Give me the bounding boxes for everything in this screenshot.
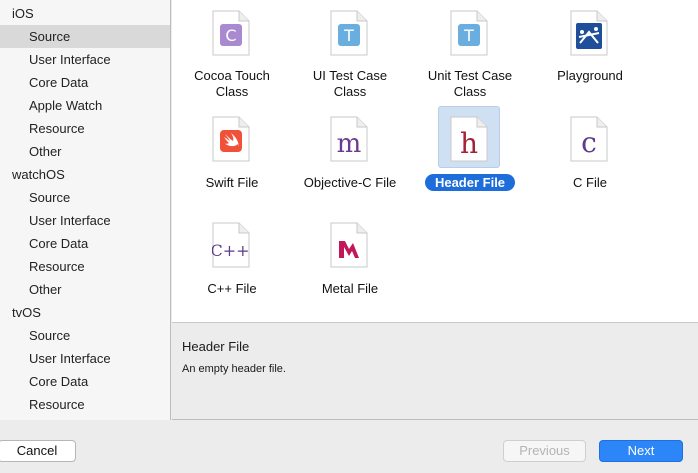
sidebar-item-ios-other[interactable]: Other bbox=[0, 140, 170, 163]
cocoa-touch-class-icon: C bbox=[212, 10, 250, 56]
description-text: An empty header file. bbox=[182, 363, 286, 375]
template-label: C++ File bbox=[207, 281, 257, 296]
metal-file-icon bbox=[330, 222, 368, 268]
sidebar-item-tvos-source[interactable]: Source bbox=[0, 324, 170, 347]
svg-text:T: T bbox=[463, 26, 474, 45]
sidebar-header-watchos: watchOS bbox=[12, 167, 65, 182]
sidebar-item-ios-apple-watch[interactable]: Apple Watch bbox=[0, 94, 170, 117]
svg-text:c: c bbox=[581, 126, 597, 159]
unit-test-case-class-icon: T bbox=[450, 10, 488, 56]
playground-icon bbox=[570, 10, 608, 56]
ui-test-case-class-icon: T bbox=[330, 10, 368, 56]
svg-text:m: m bbox=[337, 129, 362, 159]
c-file-icon: c bbox=[570, 116, 608, 162]
sidebar-item-ios-user-interface[interactable]: User Interface bbox=[0, 48, 170, 71]
sidebar-item-ios-source[interactable]: Source bbox=[0, 25, 170, 48]
template-header-file[interactable]: h Header File bbox=[410, 106, 530, 220]
template-label: UI Test Case Class bbox=[312, 68, 388, 99]
template-grid: C Cocoa Touch Class T UI Test Case Class bbox=[172, 0, 698, 323]
sidebar-item-ios-core-data[interactable]: Core Data bbox=[0, 71, 170, 94]
template-description-pane: Header File An empty header file. bbox=[172, 324, 698, 420]
sidebar-item-watchos-source[interactable]: Source bbox=[0, 186, 170, 209]
sidebar-item-tvos-user-interface[interactable]: User Interface bbox=[0, 347, 170, 370]
svg-text:C++: C++ bbox=[212, 241, 250, 260]
template-label: Cocoa Touch Class bbox=[194, 68, 270, 99]
template-label: Playground bbox=[557, 68, 623, 83]
header-file-icon: h bbox=[450, 116, 488, 162]
sidebar-item-ios-resource[interactable]: Resource bbox=[0, 117, 170, 140]
cancel-button[interactable]: Cancel bbox=[0, 440, 76, 462]
sidebar-item-tvos-resource[interactable]: Resource bbox=[0, 393, 170, 416]
next-button[interactable]: Next bbox=[599, 440, 683, 462]
new-file-template-dialog: iOS Source User Interface Core Data Appl… bbox=[0, 0, 698, 473]
previous-button[interactable]: Previous bbox=[503, 440, 586, 462]
template-objective-c-file[interactable]: m Objective-C File bbox=[290, 116, 410, 220]
template-label: C File bbox=[573, 175, 607, 190]
svg-text:h: h bbox=[460, 127, 478, 160]
template-c-file[interactable]: c C File bbox=[530, 116, 650, 220]
cpp-file-icon: C++ bbox=[212, 222, 250, 268]
template-label: Objective-C File bbox=[303, 175, 397, 190]
template-label: Unit Test Case Class bbox=[427, 68, 513, 99]
svg-text:C: C bbox=[225, 26, 236, 45]
swift-file-icon bbox=[212, 116, 250, 162]
template-category-sidebar[interactable]: iOS Source User Interface Core Data Appl… bbox=[0, 0, 171, 420]
description-title: Header File bbox=[182, 339, 250, 354]
svg-text:T: T bbox=[343, 26, 354, 45]
sidebar-item-watchos-core-data[interactable]: Core Data bbox=[0, 232, 170, 255]
template-unit-test-case-class[interactable]: T Unit Test Case Class bbox=[410, 10, 530, 114]
sidebar-item-watchos-other[interactable]: Other bbox=[0, 278, 170, 301]
template-metal-file[interactable]: Metal File bbox=[290, 222, 410, 322]
template-cpp-file[interactable]: C++ C++ File bbox=[172, 222, 292, 322]
template-ui-test-case-class[interactable]: T UI Test Case Class bbox=[290, 10, 410, 114]
template-swift-file[interactable]: Swift File bbox=[172, 116, 292, 220]
template-label: Metal File bbox=[321, 281, 379, 296]
sidebar-header-tvos: tvOS bbox=[12, 305, 41, 320]
template-cocoa-touch-class[interactable]: C Cocoa Touch Class bbox=[172, 10, 292, 114]
sidebar-item-watchos-resource[interactable]: Resource bbox=[0, 255, 170, 278]
dialog-button-bar: Cancel Previous Next bbox=[0, 421, 698, 473]
template-label: Header File bbox=[410, 174, 530, 191]
objective-c-file-icon: m bbox=[330, 116, 368, 162]
sidebar-item-watchos-user-interface[interactable]: User Interface bbox=[0, 209, 170, 232]
template-playground[interactable]: Playground bbox=[530, 10, 650, 114]
template-label: Swift File bbox=[205, 175, 259, 190]
sidebar-header-ios: iOS bbox=[12, 6, 34, 21]
sidebar-item-tvos-core-data[interactable]: Core Data bbox=[0, 370, 170, 393]
